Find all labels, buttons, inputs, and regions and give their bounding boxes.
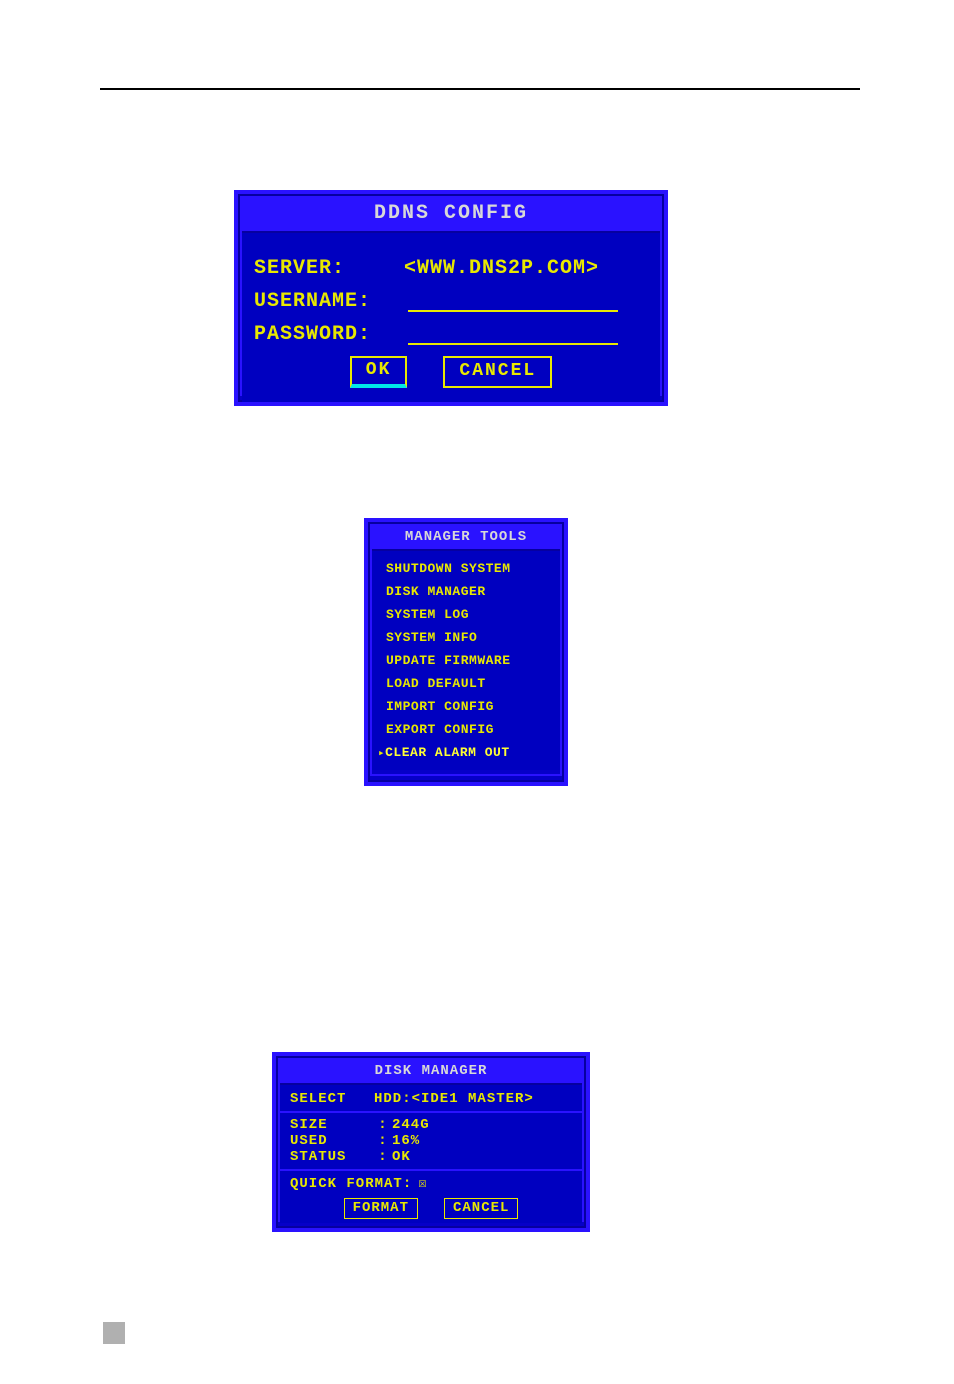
menu-item-import-config[interactable]: IMPORT CONFIG [378,695,554,718]
disk-select-label: SELECT [290,1091,374,1107]
menu-item-clear-alarm-out[interactable]: CLEAR ALARM OUT [378,741,554,764]
ddns-server-label: SERVER: [254,257,404,280]
ddns-server-row: SERVER: <WWW.DNS2P.COM> [254,257,648,280]
ddns-username-input[interactable] [408,292,618,312]
disk-size-label: SIZE [290,1117,374,1133]
page-number-box [103,1322,125,1344]
ddns-ok-button[interactable]: OK [350,356,408,388]
disk-status-label: STATUS [290,1149,374,1165]
disk-format-button[interactable]: FORMAT [344,1198,418,1219]
quick-format-label: QUICK FORMAT: [290,1176,412,1192]
disk-manager-dialog: DISK MANAGER SELECT HDD:<IDE1 MASTER> SI… [272,1052,590,1232]
menu-item-export-config[interactable]: EXPORT CONFIG [378,718,554,741]
ddns-username-row: USERNAME: [254,290,648,313]
divider [280,1169,582,1171]
disk-used-label: USED [290,1133,374,1149]
ddns-title: DDNS CONFIG [242,198,660,233]
colon-icon: : [374,1149,392,1165]
menu-item-system-info[interactable]: SYSTEM INFO [378,626,554,649]
ddns-server-value[interactable]: <WWW.DNS2P.COM> [404,257,648,280]
disk-manager-title: DISK MANAGER [280,1060,582,1085]
ddns-username-label: USERNAME: [254,290,404,313]
ddns-password-row: PASSWORD: [254,323,648,346]
ddns-password-label: PASSWORD: [254,323,404,346]
menu-item-system-log[interactable]: SYSTEM LOG [378,603,554,626]
disk-status-value: OK [392,1149,411,1165]
colon-icon: : [374,1117,392,1133]
quick-format-checkbox[interactable]: ☒ [418,1175,427,1192]
disk-cancel-button[interactable]: CANCEL [444,1198,518,1219]
menu-item-disk-manager[interactable]: DISK MANAGER [378,580,554,603]
menu-item-shutdown-system[interactable]: SHUTDOWN SYSTEM [378,557,554,580]
divider [280,1111,582,1113]
menu-item-update-firmware[interactable]: UPDATE FIRMWARE [378,649,554,672]
horizontal-rule [100,88,860,90]
colon-icon: : [374,1133,392,1149]
ddns-password-input[interactable] [408,325,618,345]
disk-size-value: 244G [392,1117,430,1133]
ddns-config-dialog: DDNS CONFIG SERVER: <WWW.DNS2P.COM> USER… [234,190,668,406]
manager-tools-menu: MANAGER TOOLS SHUTDOWN SYSTEM DISK MANAG… [364,518,568,786]
menu-item-load-default[interactable]: LOAD DEFAULT [378,672,554,695]
disk-used-value: 16% [392,1133,420,1149]
ddns-cancel-button[interactable]: CANCEL [443,356,552,388]
manager-tools-title: MANAGER TOOLS [372,526,560,551]
disk-select-value[interactable]: HDD:<IDE1 MASTER> [374,1091,534,1107]
